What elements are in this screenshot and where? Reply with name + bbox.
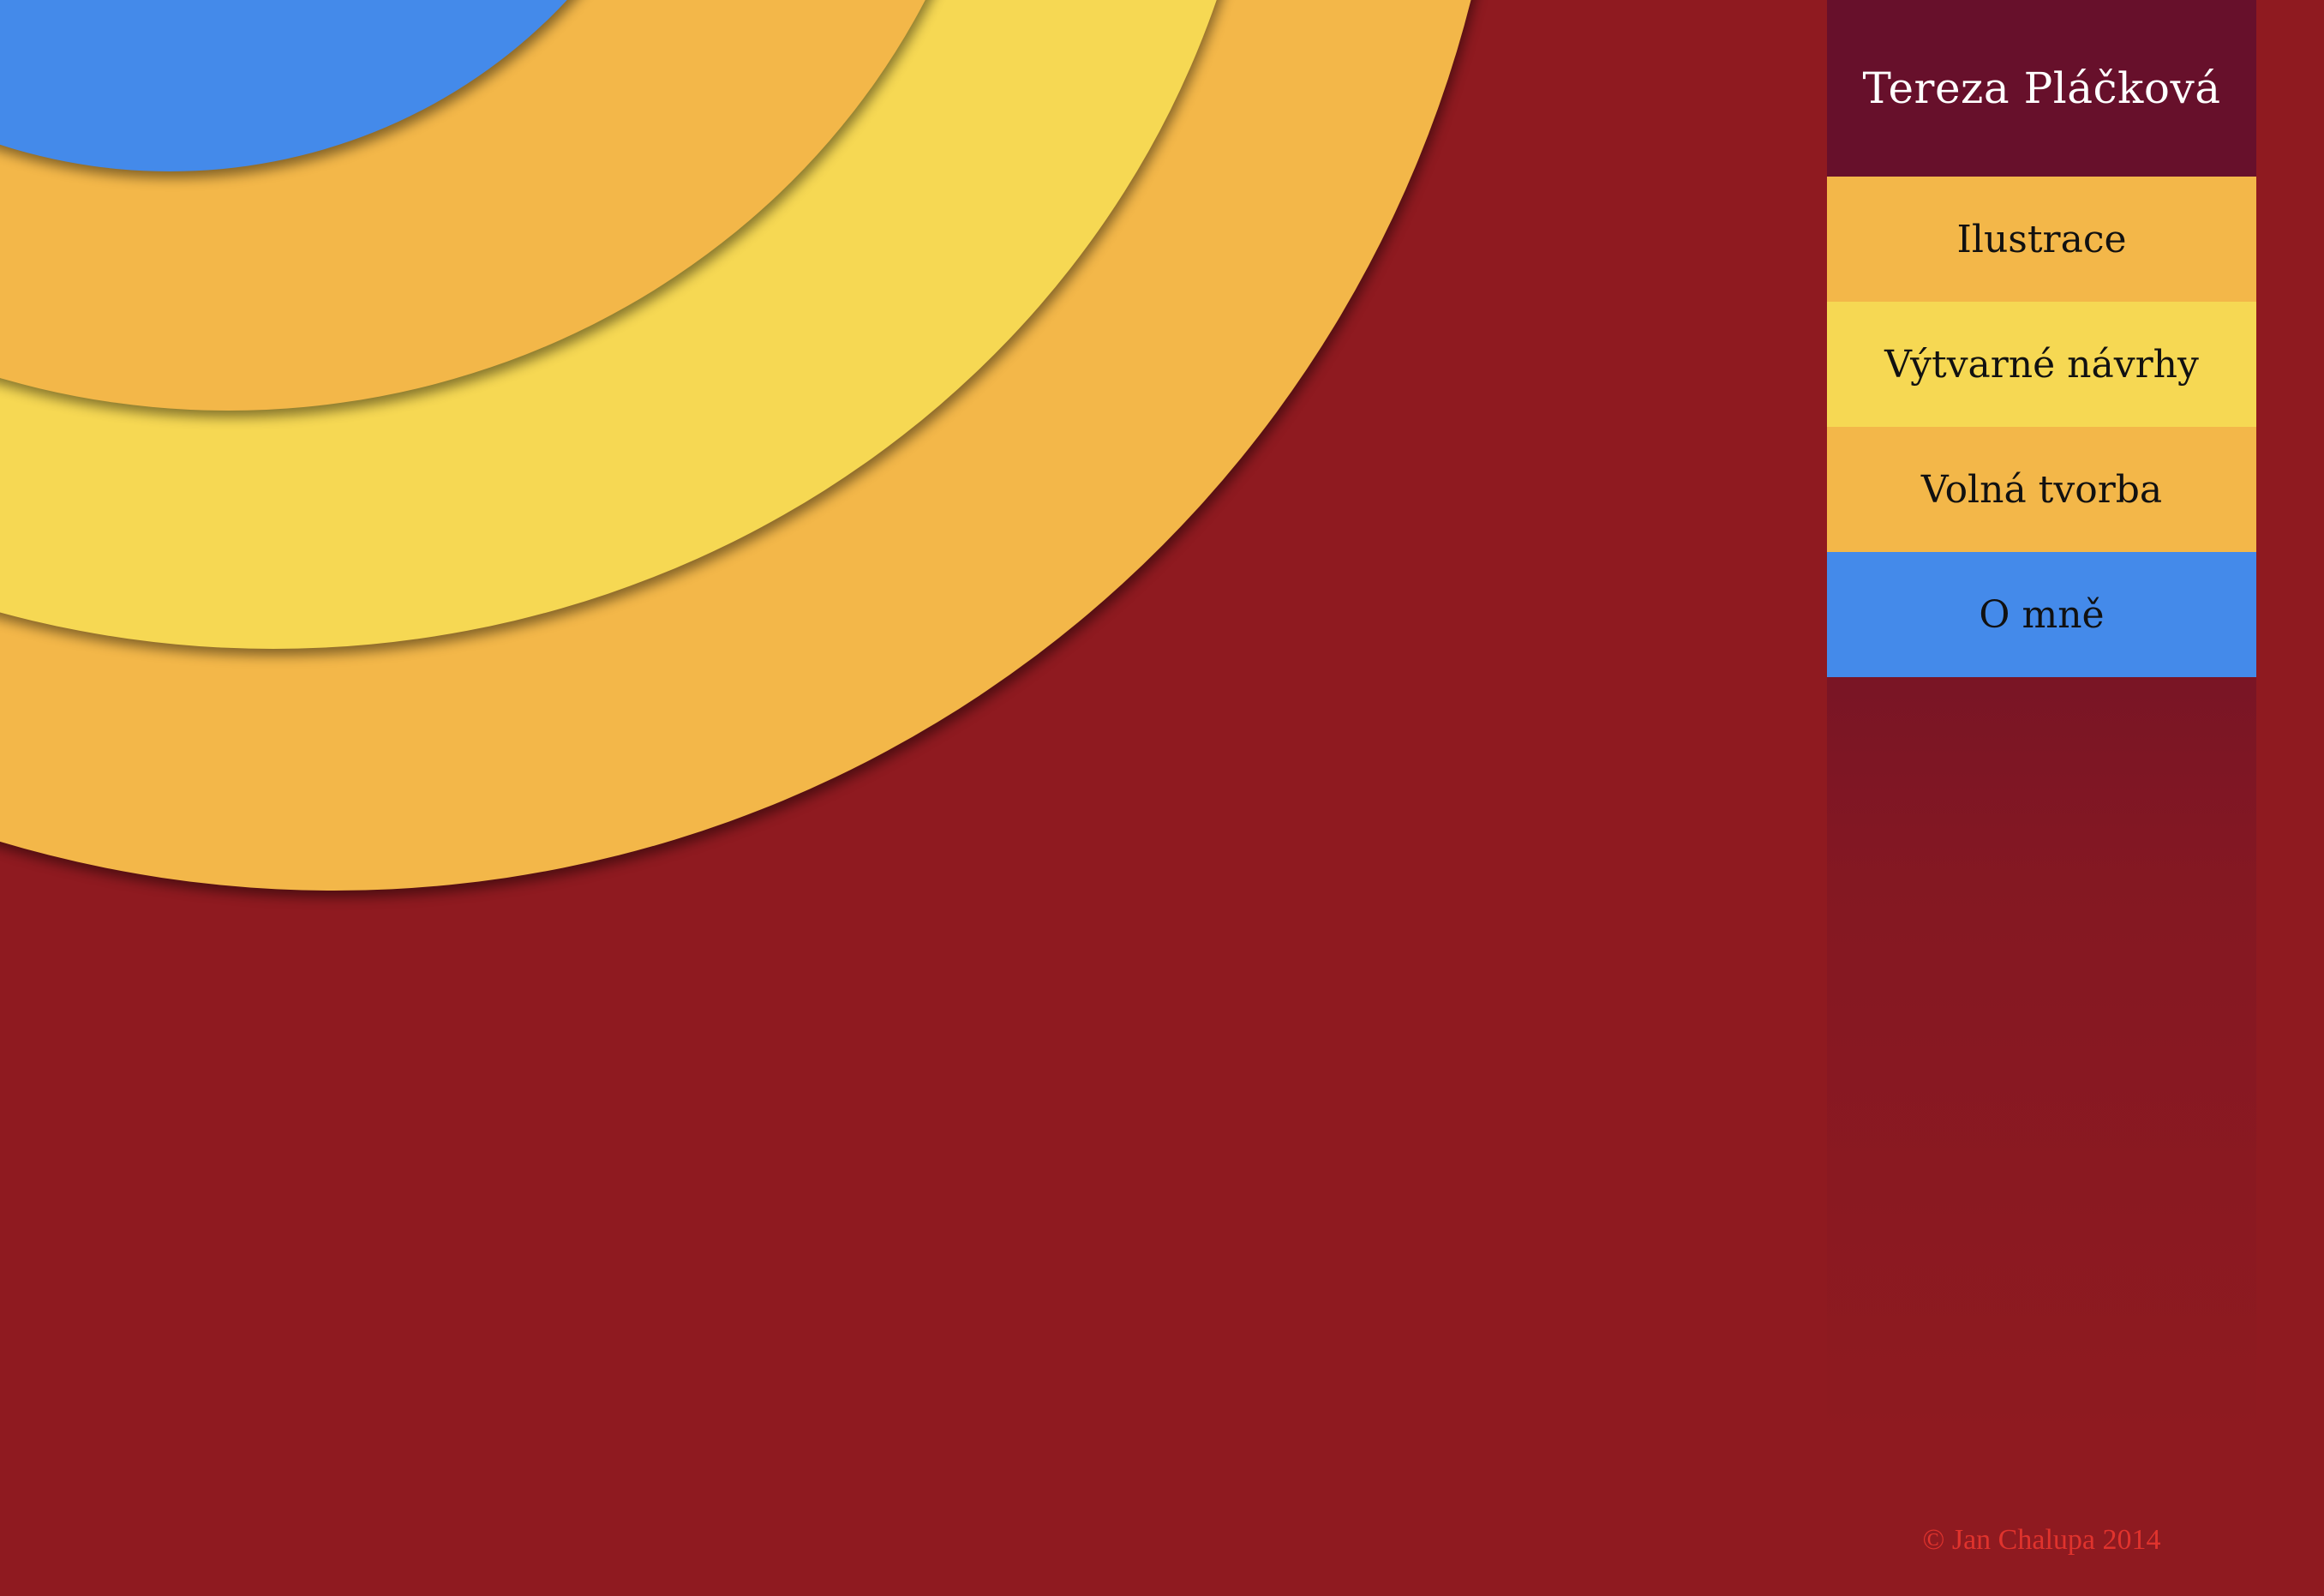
nav-item-o-mne[interactable]: O mně [1827,552,2256,677]
page: Tereza Pláčková Ilustrace Výtvarné návrh… [0,0,2324,1596]
nav-item-volna-tvorba[interactable]: Volná tvorba [1827,427,2256,552]
site-title[interactable]: Tereza Pláčková [1827,0,2256,177]
footer-copyright: © Jan Chalupa 2014 [1922,1524,2161,1556]
nav-item-ilustrace[interactable]: Ilustrace [1827,177,2256,302]
sidebar-navigation: Tereza Pláčková Ilustrace Výtvarné návrh… [1827,0,2256,1596]
nav-item-vytvarne-navrhy[interactable]: Výtvarné návrhy [1827,302,2256,427]
